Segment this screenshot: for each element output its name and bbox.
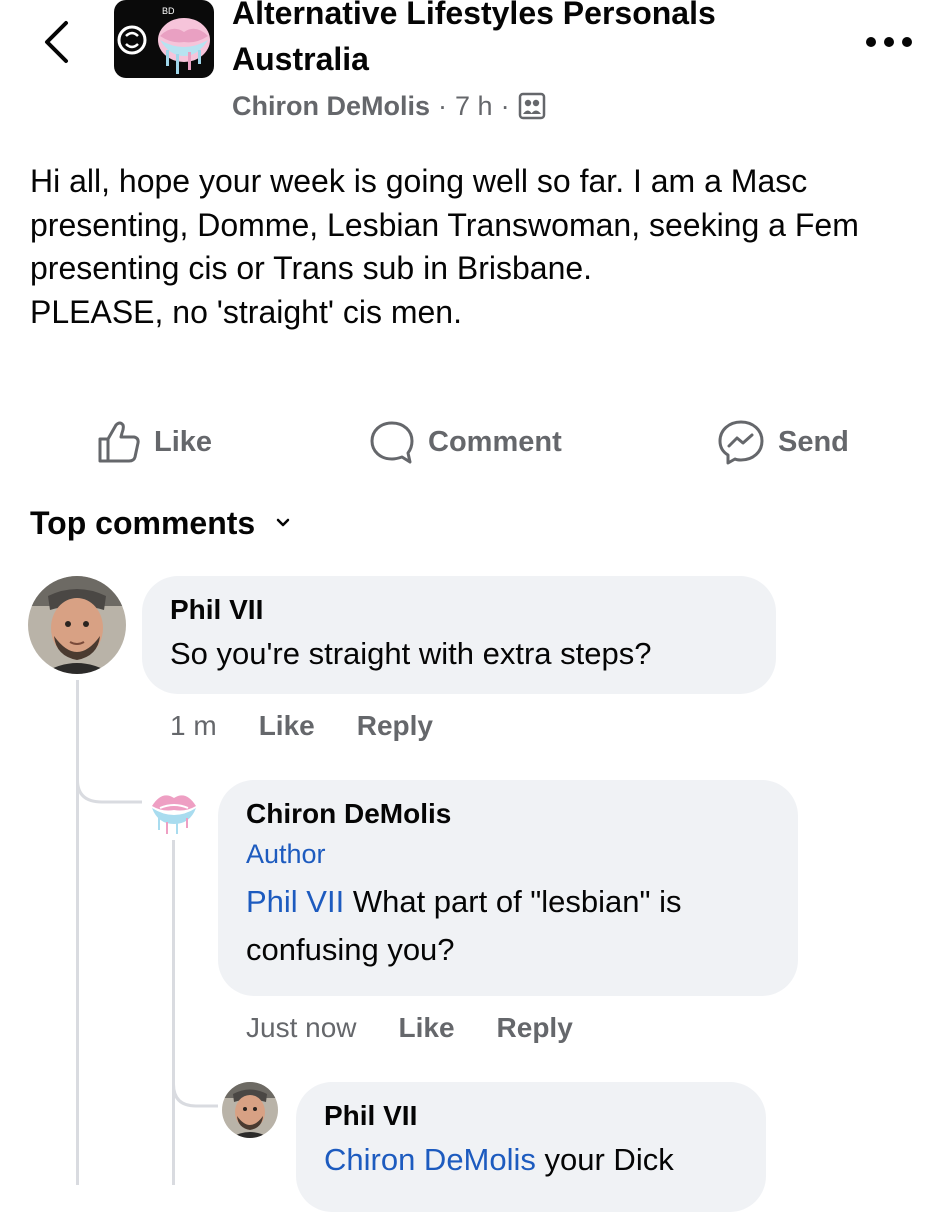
comment-author[interactable]: Phil VII [170,590,748,630]
meta-separator: · [438,90,448,121]
thread-line-nested [172,840,175,1185]
back-button[interactable] [36,14,76,70]
post-time[interactable]: 7 h [455,91,493,122]
more-dots-icon [866,37,912,47]
group-avatar[interactable]: BD [114,0,214,78]
avatar[interactable] [222,1082,278,1138]
thumbs-up-icon [98,421,140,463]
comment-bubble: Phil VII Chiron DeMolis your Dick [296,1082,766,1212]
comment-reply-button[interactable]: Reply [357,710,433,742]
like-label: Like [154,425,213,458]
send-button[interactable]: Send [716,414,849,470]
comment-bubble-icon [370,421,414,464]
comment-time[interactable]: 1 m [170,710,217,742]
post-text: Hi all, hope your week is going well so … [30,160,910,334]
members-group-icon [518,92,545,120]
post-meta: Chiron DeMolis · 7 h · [232,86,546,126]
comment-like-button[interactable]: Like [399,1012,455,1044]
group-name[interactable]: Alternative Lifestyles Personals Austral… [232,0,832,82]
post-paragraph-1: Hi all, hope your week is going well so … [30,163,859,286]
comment-meta: 1 m Like Reply [170,706,475,746]
comment-text: So you're straight with extra steps? [170,636,652,671]
meta-separator-2: · [500,90,510,121]
post-paragraph-2: PLEASE, no 'straight' cis men. [30,293,462,330]
author-badge: Author [246,839,326,869]
comment-author[interactable]: Chiron DeMolis [246,794,770,834]
comment-text: Phil VII What part of "lesbian" is confu… [246,878,770,974]
post-author[interactable]: Chiron DeMolis [232,91,430,122]
mention-link[interactable]: Phil VII [246,884,344,919]
comment-text: Chiron DeMolis your Dick [324,1136,738,1184]
comment-bubble: Chiron DeMolis Author Phil VII What part… [218,780,798,996]
comment-button[interactable]: Comment [368,414,562,470]
comment-time[interactable]: Just now [246,1012,357,1044]
chevron-left-icon [45,21,68,63]
user-photo-phil-small [222,1082,278,1138]
svg-text:BD: BD [162,6,175,16]
more-options-button[interactable] [863,24,915,60]
chevron-down-icon [276,518,290,527]
like-button[interactable]: Like [96,414,212,470]
user-photo-phil [28,576,126,674]
top-comments-label: Top comments [30,504,256,541]
comment-author[interactable]: Phil VII [324,1096,738,1136]
comment-body: your Dick [535,1142,674,1177]
comment-bubble: Phil VII So you're straight with extra s… [142,576,776,694]
comment-reply-button[interactable]: Reply [497,1012,573,1044]
thread-line-main [76,680,79,1185]
thread-connector-1 [76,760,142,804]
comment-label: Comment [428,425,562,458]
thread-connector-2 [172,1060,218,1108]
group-logo-image: BD [114,0,214,78]
top-comments-filter[interactable]: Top comments [30,500,291,546]
comment-like-button[interactable]: Like [259,710,315,742]
user-photo-chiron [146,780,202,836]
avatar[interactable] [146,780,202,836]
send-label: Send [778,425,849,458]
messenger-icon [718,420,764,465]
mention-link[interactable]: Chiron DeMolis [324,1142,536,1177]
avatar[interactable] [28,576,126,674]
comment-meta: Just now Like Reply [246,1008,615,1048]
